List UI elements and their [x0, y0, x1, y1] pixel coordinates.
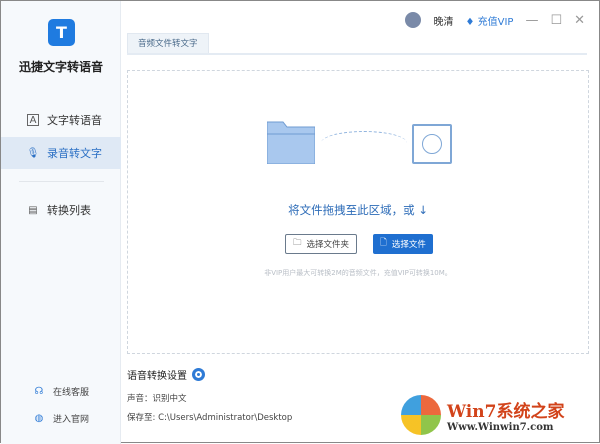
- gear-icon[interactable]: [192, 368, 205, 381]
- tab-underline: [127, 53, 587, 55]
- minimize-button[interactable]: —: [525, 13, 538, 28]
- audio-file-icon: [412, 124, 452, 164]
- title-bar: 晚清 ♦ 充值VIP — ☐ ✕: [405, 1, 599, 39]
- link-label: 在线客服: [53, 388, 90, 398]
- tab-audio-to-text[interactable]: 音频文件转文字: [127, 33, 209, 53]
- sidebar-item-text-to-speech[interactable]: A 文字转语音: [1, 104, 121, 136]
- sidebar-item-label: 录音转文字: [47, 147, 102, 160]
- list-icon: ▤: [28, 204, 38, 216]
- app-logo: T: [48, 19, 75, 46]
- globe-icon: ◍: [34, 413, 44, 424]
- official-site-link[interactable]: ◍ 进入官网: [33, 412, 89, 425]
- sidebar-item-speech-to-text[interactable]: 🎙 录音转文字: [1, 137, 121, 169]
- arrow-arc: [321, 131, 407, 155]
- vip-label: 充值VIP: [477, 16, 514, 28]
- microphone-icon: 🎙: [26, 147, 40, 159]
- sidebar-item-label: 文字转语音: [47, 114, 102, 127]
- text-a-icon: A: [27, 114, 39, 126]
- conversion-settings: 语音转换设置: [127, 367, 205, 382]
- button-label: 选择文件: [391, 240, 426, 250]
- online-support-link[interactable]: ☊ 在线客服: [33, 385, 89, 398]
- drop-instruction: 将文件拖拽至此区域，或 ↓: [288, 203, 428, 217]
- sidebar: T 迅捷文字转语音 A 文字转语音 🎙 录音转文字 ▤ 转换列表 ☊ 在线客服 ◍ 进入官…: [1, 1, 121, 444]
- diamond-icon: ♦: [465, 16, 475, 28]
- folder-outline-icon: 🗀: [293, 238, 302, 248]
- settings-title: 语音转换设置: [127, 371, 187, 382]
- vip-button[interactable]: ♦ 充值VIP: [465, 13, 513, 28]
- divider: [19, 181, 104, 182]
- username[interactable]: 晚清: [433, 13, 453, 28]
- button-label: 选择文件夹: [306, 240, 350, 250]
- app-name: 迅捷文字转语音: [18, 60, 103, 74]
- sidebar-item-conversion-list[interactable]: ▤ 转换列表: [1, 194, 121, 226]
- watermark: Win7系统之家 Www.Winwin7.com: [401, 386, 600, 444]
- size-limit-hint: 非VIP用户最大可转换2M的音频文件，充值VIP可转换10M。: [264, 269, 452, 277]
- select-folder-button[interactable]: 🗀 选择文件夹: [285, 234, 358, 254]
- headset-icon: ☊: [34, 386, 44, 397]
- voice-setting: 声音：识别中文: [127, 394, 187, 404]
- folder-icon: [267, 121, 315, 164]
- file-add-icon: 🗋: [380, 238, 387, 248]
- sidebar-item-label: 转换列表: [47, 204, 91, 217]
- watermark-url: Www.Winwin7.com: [447, 422, 554, 433]
- avatar[interactable]: [405, 12, 422, 28]
- drop-zone[interactable]: 将文件拖拽至此区域，或 ↓ 🗀 选择文件夹 🗋 选择文件 非VIP用户最大可转换2M…: [127, 70, 589, 354]
- close-button[interactable]: ✕: [574, 13, 585, 28]
- windows-logo-icon: [401, 395, 441, 435]
- link-label: 进入官网: [53, 415, 90, 425]
- watermark-title: Win7系统之家: [447, 402, 565, 422]
- save-path: 保存至: C:\Users\Administrator\Desktop: [127, 413, 293, 423]
- select-file-button[interactable]: 🗋 选择文件: [373, 234, 433, 254]
- maximize-button[interactable]: ☐: [550, 13, 562, 28]
